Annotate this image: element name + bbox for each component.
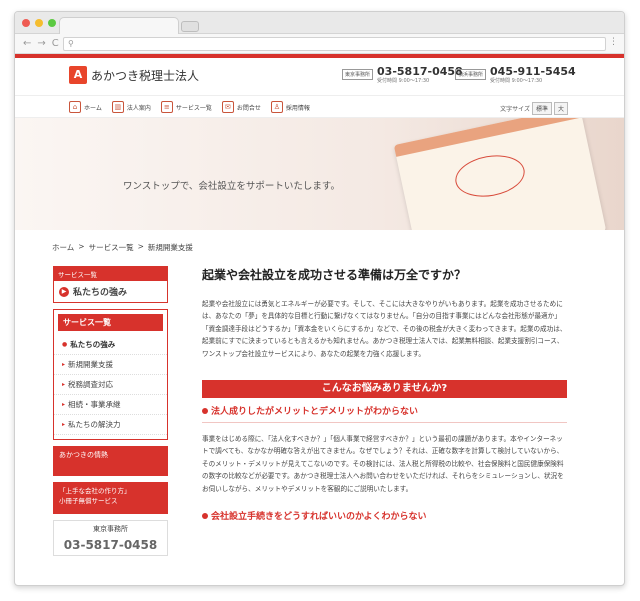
window-controls [22,19,56,27]
menu-item-audit[interactable]: ▸ 税務調査対応 [54,375,167,395]
bullet-icon: ▸ [62,361,66,368]
breadcrumb-current: 新規開業支援 [147,243,193,252]
main-content: 起業や会社設立を成功させる準備は万全ですか？ 起業や会社設立には勇気とエネルギー… [202,266,567,522]
trouble-banner: こんなお悩みありませんか? [202,380,567,399]
office-phone[interactable]: 03-5817-0458 [377,66,463,77]
minimize-window-button[interactable] [35,19,43,27]
nav-label: お問合せ [236,104,261,112]
address-bar[interactable]: ⚲ [63,37,606,51]
breadcrumb-home[interactable]: ホーム [52,242,74,253]
menu-item-startup[interactable]: ▸ 新規開業支援 [54,355,167,375]
page-title: 起業や会社設立を成功させる準備は万全ですか？ [202,268,467,282]
strength-label: 私たちの強み [73,288,128,298]
menu-item-label: 税務調査対応 [68,380,114,389]
office-tag: 東京事務所 [342,69,374,80]
forward-arrow-icon[interactable]: → [37,38,45,49]
intro-paragraph: 起業や会社設立には勇気とエネルギーが必要です。そして、そこには大きなやりがいもあ… [202,300,567,358]
browser-toolbar: ← → C ⚲ ⋮ [15,34,624,54]
close-window-button[interactable] [22,19,30,27]
question-heading-text: 会社設立手続きをどうすればいいのかよくわからない [211,512,427,523]
font-size-normal-button[interactable]: 標準 [531,102,552,115]
services-tag: サービス一覧 [54,267,167,281]
menu-item-label: 新規開業支援 [68,360,114,369]
nav-label: サービス一覧 [175,104,212,112]
breadcrumb: ホーム > サービス一覧 > 新規開業支援 [52,242,193,253]
question-heading: 会社設立手続きをどうすればいいのかよくわからない [202,509,567,522]
menu-item-label: 私たちの解決力 [68,420,121,429]
person-icon: ♙ [270,101,283,113]
office-yokohama: 横浜事務所 045-911-5454 受付時間 9:00〜17:30 [455,66,576,84]
home-icon: ⌂ [69,101,81,113]
office-tag: 横浜事務所 [455,69,487,80]
menu-item-inheritance[interactable]: ▸ 相続・事業承継 [54,395,167,415]
booklet-banner[interactable]: 「上手な会社の作り方」 小冊子無償サービス [53,482,168,514]
sidebar-office: 東京事務所 03-5817-0458 [53,520,168,556]
mail-icon: ✉ [221,101,234,113]
bullet-icon: ▸ [62,421,66,428]
hero-banner: ワンストップで、会社設立をサポートいたします。 [15,118,624,230]
nav-arrows: ← → C [23,38,59,49]
bullet-icon: ▸ [62,381,66,388]
site-header: A あかつき税理士法人 東京事務所 03-5817-0458 受付時間 9:00… [15,58,624,96]
booklet-banner-subtitle: 小冊子無償サービス [59,497,118,505]
office-hours: 受付時間 9:00〜17:30 [377,78,430,84]
sidebar-office-number[interactable]: 03-5817-0458 [54,538,167,552]
office-phone[interactable]: 045-911-5454 [490,66,576,77]
menu-item-strength[interactable]: ● 私たちの強み [54,335,167,355]
nav-label: 採用情報 [285,104,310,112]
bullet-icon: ▸ [62,401,66,408]
breadcrumb-separator: > [78,242,85,251]
menu-item-label: 私たちの強み [70,340,116,349]
nav-item-company[interactable]: ▥ 法人案内 [111,101,151,113]
font-size-label: 文字サイズ [500,106,530,113]
sidebar-office-label: 東京事務所 [93,525,128,533]
tab-bar [15,12,624,34]
font-size-large-button[interactable]: 大 [553,102,568,115]
nav-label: 法人案内 [126,104,151,112]
service-menu: サービス一覧 ● 私たちの強み ▸ 新規開業支援 ▸ 税務調査対応 ▸ 相続・事… [53,309,168,440]
bullet-icon: ● [62,341,68,348]
menu-item-label: 相続・事業承継 [68,400,121,409]
browser-tab[interactable] [59,17,179,34]
strength-box[interactable]: サービス一覧 ▶ 私たちの強み [53,266,168,303]
logo-mark-icon: A [69,66,87,84]
breadcrumb-separator: > [137,242,144,251]
menu-kebab-icon[interactable]: ⋮ [609,37,618,47]
bullet-dot-icon [202,407,208,414]
nav-item-recruit[interactable]: ♙ 採用情報 [270,101,310,113]
bullet-dot-icon [202,512,208,519]
global-nav: ⌂ ホーム ▥ 法人案内 ≡ サービス一覧 ✉ お問合せ ♙ 採用情報 文字サイ… [15,96,624,118]
building-icon: ▥ [111,101,124,113]
site-logo[interactable]: A あかつき税理士法人 [69,66,199,84]
service-menu-title: サービス一覧 [58,314,163,331]
font-size-switcher: 文字サイズ 標準 大 [500,102,568,115]
nav-item-services[interactable]: ≡ サービス一覧 [160,101,212,113]
passion-banner-label: あかつきの情熱 [59,451,108,459]
question-heading: 法人成りしたがメリットとデメリットがわからない [202,404,567,424]
passion-banner[interactable]: あかつきの情熱 [53,446,168,476]
arrow-right-icon: ▶ [59,286,69,297]
office-tokyo: 東京事務所 03-5817-0458 受付時間 9:00〜17:30 [342,66,463,84]
sidebar: サービス一覧 ▶ 私たちの強み サービス一覧 ● 私たちの強み ▸ 新規開業支援… [53,266,168,556]
list-icon: ≡ [160,101,173,113]
site-name: あかつき税理士法人 [91,68,200,83]
maximize-window-button[interactable] [48,19,56,27]
menu-item-solution[interactable]: ▸ 私たちの解決力 [54,415,167,435]
hero-tagline: ワンストップで、会社設立をサポートいたします。 [123,181,340,192]
question-body: 事業をはじめる際に、「法人化すべきか？」「個人事業で経営すべきか？」という最初の… [202,435,564,493]
new-tab-button[interactable] [181,21,199,32]
office-hours: 受付時間 9:00〜17:30 [490,78,543,84]
booklet-banner-title: 「上手な会社の作り方」 [59,487,131,495]
breadcrumb-services[interactable]: サービス一覧 [89,242,134,253]
back-arrow-icon[interactable]: ← [23,38,31,49]
nav-label: ホーム [84,104,102,112]
nav-item-contact[interactable]: ✉ お問合せ [221,101,261,113]
reload-icon[interactable]: C [52,38,59,49]
search-icon: ⚲ [68,39,74,48]
nav-item-home[interactable]: ⌂ ホーム [69,101,102,113]
question-heading-text: 法人成りしたがメリットとデメリットがわからない [211,407,419,418]
